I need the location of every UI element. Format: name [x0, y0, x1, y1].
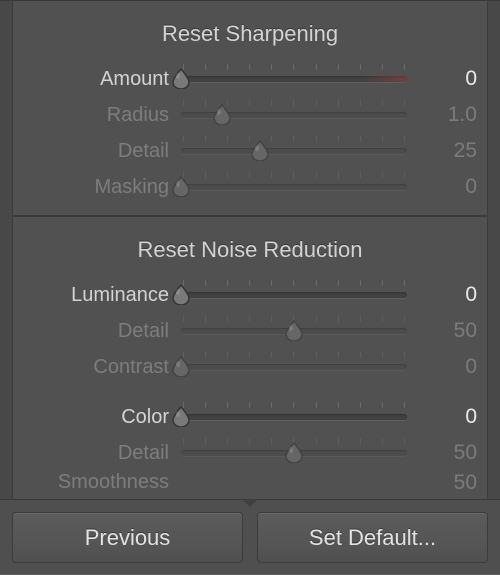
slider-row: Masking 0 [21, 169, 479, 205]
slider-label: Masking [21, 176, 171, 199]
slider-row: Detail 50 [21, 435, 479, 471]
slider-thumb-icon[interactable] [249, 139, 271, 161]
set-default-button[interactable]: Set Default... [257, 512, 488, 563]
slider-thumb-icon[interactable] [170, 175, 192, 197]
slider-value[interactable]: 50 [417, 441, 479, 465]
slider[interactable] [181, 133, 407, 169]
slider[interactable] [181, 349, 407, 385]
smoothness-row-cutoff: Smoothness 50 [21, 471, 479, 491]
slider-value[interactable]: 1.0 [417, 103, 479, 127]
noise-panel: Reset Noise Reduction Luminance 0Detail … [12, 216, 488, 499]
slider-row: Color 0 [21, 399, 479, 435]
slider[interactable] [181, 61, 407, 97]
slider-thumb-icon[interactable] [283, 319, 305, 341]
slider-label: Radius [21, 104, 171, 127]
slider-thumb-icon[interactable] [211, 103, 233, 125]
slider-row: Detail 50 [21, 313, 479, 349]
slider[interactable] [181, 277, 407, 313]
slider-thumb-icon[interactable] [170, 67, 192, 89]
slider[interactable] [181, 313, 407, 349]
slider[interactable] [181, 435, 407, 471]
smoothness-slider[interactable] [181, 471, 407, 491]
bottom-bar: Previous Set Default... [0, 499, 500, 575]
slider-label: Amount [21, 68, 171, 91]
slider-label: Contrast [21, 356, 171, 379]
smoothness-value: 50 [417, 471, 479, 491]
slider[interactable] [181, 97, 407, 133]
scroll-area: Reset Sharpening Amount 0Radius 1.0Detai… [0, 0, 500, 499]
slider[interactable] [181, 399, 407, 435]
slider-label: Color [21, 406, 171, 429]
slider-row: Luminance 0 [21, 277, 479, 313]
slider-thumb-icon[interactable] [170, 405, 192, 427]
panel-root: Reset Sharpening Amount 0Radius 1.0Detai… [0, 0, 500, 575]
slider-label: Detail [21, 320, 171, 343]
slider-value[interactable]: 0 [417, 283, 479, 307]
slider-label: Detail [21, 140, 171, 163]
slider-row: Contrast 0 [21, 349, 479, 385]
slider[interactable] [181, 169, 407, 205]
slider-value[interactable]: 0 [417, 405, 479, 429]
slider-value[interactable]: 50 [417, 319, 479, 343]
slider-value[interactable]: 25 [417, 139, 479, 163]
slider-thumb-icon[interactable] [170, 283, 192, 305]
slider-value[interactable]: 0 [417, 175, 479, 199]
slider-thumb-icon[interactable] [170, 355, 192, 377]
slider-row: Radius 1.0 [21, 97, 479, 133]
slider-label: Luminance [21, 284, 171, 307]
slider-label: Detail [21, 442, 171, 465]
sharpening-title[interactable]: Reset Sharpening [21, 9, 479, 61]
slider-row: Detail 25 [21, 133, 479, 169]
slider-value[interactable]: 0 [417, 355, 479, 379]
slider-value[interactable]: 0 [417, 67, 479, 91]
slider-thumb-icon[interactable] [283, 441, 305, 463]
noise-title[interactable]: Reset Noise Reduction [21, 225, 479, 277]
previous-button[interactable]: Previous [12, 512, 243, 563]
slider-row: Amount 0 [21, 61, 479, 97]
smoothness-label: Smoothness [21, 471, 171, 491]
sharpening-panel: Reset Sharpening Amount 0Radius 1.0Detai… [12, 1, 488, 216]
